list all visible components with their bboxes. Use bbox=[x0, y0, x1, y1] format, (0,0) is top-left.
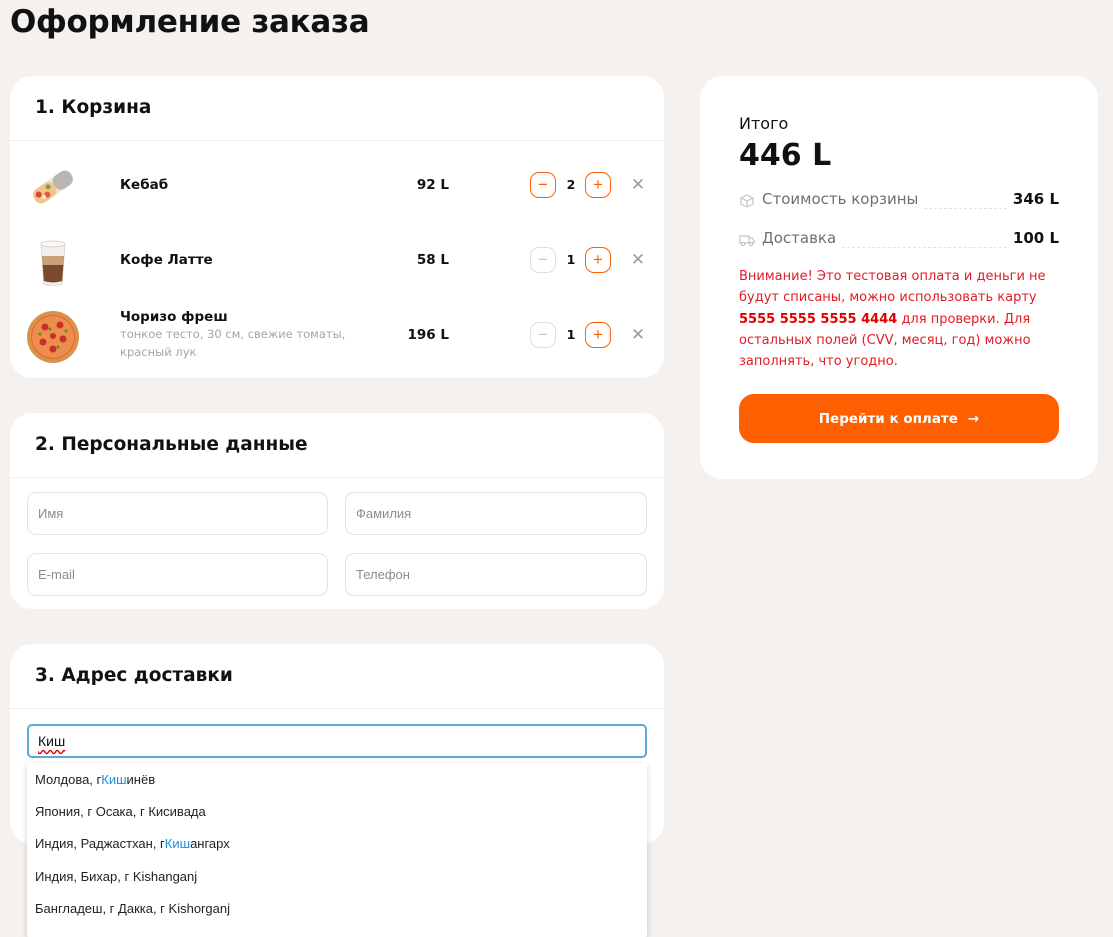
cart-cost-label: Стоимость корзины bbox=[762, 190, 919, 208]
suggestion-item[interactable]: Индия, Бихар, г Kishanganj bbox=[27, 860, 647, 892]
total-label: Итого bbox=[739, 114, 789, 133]
cart-item-name: Кебаб bbox=[120, 177, 169, 193]
suggestion-item[interactable]: Молдова, г Киш инёв bbox=[27, 763, 647, 795]
phone-field[interactable] bbox=[345, 553, 647, 596]
cart-item-price: 92 L bbox=[416, 177, 449, 193]
cart-item-description: тонкое тесто, 30 см, свежие томаты, крас… bbox=[120, 327, 346, 359]
pay-button-label: Перейти к оплате bbox=[818, 410, 958, 427]
cart-item-pizza: Чоризо фреш тонкое тесто, 30 см, свежие … bbox=[10, 301, 664, 371]
suggestion-item[interactable]: Индия, Раджастхан, г Киш ангарх bbox=[27, 828, 647, 860]
latte-image bbox=[40, 240, 66, 286]
cart-item-latte: Кофе Латте 58 L − 1 + ✕ bbox=[10, 226, 664, 296]
suggestion-item[interactable]: Япония, г Осака, г Кисивада bbox=[27, 795, 647, 827]
personal-data-section: 2. Персональные данные bbox=[10, 413, 664, 609]
increase-qty-button[interactable]: + bbox=[585, 247, 611, 273]
address-suggestions: Молдова, г Киш инёв Япония, г Осака, г Ки… bbox=[27, 763, 647, 937]
decrease-qty-button[interactable]: − bbox=[530, 247, 556, 273]
first-name-field[interactable] bbox=[27, 492, 328, 535]
box-icon bbox=[739, 193, 755, 209]
cart-cost-line: Стоимость корзины 346 L bbox=[739, 190, 1059, 212]
qty-value: 2 bbox=[566, 177, 576, 192]
cart-heading: 1. Корзина bbox=[10, 76, 664, 141]
proceed-to-payment-button[interactable]: Перейти к оплате → bbox=[739, 394, 1059, 443]
dotted-leader bbox=[924, 208, 1007, 209]
cart-section: 1. Корзина Кебаб 92 L − 2 + ✕ Кофе Латте… bbox=[10, 76, 664, 378]
arrow-right-icon: → bbox=[967, 410, 980, 427]
cart-item-kebab: Кебаб 92 L − 2 + ✕ bbox=[10, 151, 664, 221]
suggestion-item[interactable]: Бангладеш, г Дакка, г Kishorganj bbox=[27, 892, 647, 924]
test-card-number: 5555 5555 5555 4444 bbox=[739, 311, 898, 327]
pizza-image bbox=[27, 311, 79, 363]
remove-item-icon[interactable]: ✕ bbox=[630, 175, 646, 195]
delivery-value: 100 L bbox=[1012, 229, 1059, 247]
qty-value: 1 bbox=[566, 327, 576, 342]
qty-value: 1 bbox=[566, 252, 576, 267]
test-payment-warning: Внимание! Это тестовая оплата и деньги н… bbox=[739, 269, 1046, 370]
increase-qty-button[interactable]: + bbox=[585, 322, 611, 348]
cart-cost-value: 346 L bbox=[1012, 190, 1059, 208]
cart-item-price: 196 L bbox=[407, 327, 449, 343]
cart-item-price: 58 L bbox=[416, 252, 449, 268]
kebab-image bbox=[33, 170, 73, 204]
remove-item-icon[interactable]: ✕ bbox=[630, 250, 646, 270]
total-value: 446 L bbox=[739, 138, 832, 173]
order-summary: Итого 446 L Стоимость корзины 346 L Дост… bbox=[700, 76, 1098, 479]
delivery-line: Доставка 100 L bbox=[739, 229, 1059, 251]
address-heading: 3. Адрес доставки bbox=[10, 644, 664, 709]
truck-icon bbox=[739, 232, 755, 248]
email-field[interactable] bbox=[27, 553, 328, 596]
address-input-value: Киш bbox=[38, 733, 66, 749]
delivery-label: Доставка bbox=[762, 229, 837, 247]
increase-qty-button[interactable]: + bbox=[585, 172, 611, 198]
cart-item-name: Чоризо фреш bbox=[120, 309, 228, 325]
remove-item-icon[interactable]: ✕ bbox=[630, 325, 646, 345]
personal-heading: 2. Персональные данные bbox=[10, 413, 664, 478]
decrease-qty-button[interactable]: − bbox=[530, 322, 556, 348]
page-title: Оформление заказа bbox=[10, 4, 370, 40]
cart-item-name: Кофе Латте bbox=[120, 252, 213, 268]
last-name-field[interactable] bbox=[345, 492, 647, 535]
decrease-qty-button[interactable]: − bbox=[530, 172, 556, 198]
dotted-leader bbox=[842, 247, 1007, 248]
address-input[interactable]: Киш bbox=[27, 724, 647, 758]
